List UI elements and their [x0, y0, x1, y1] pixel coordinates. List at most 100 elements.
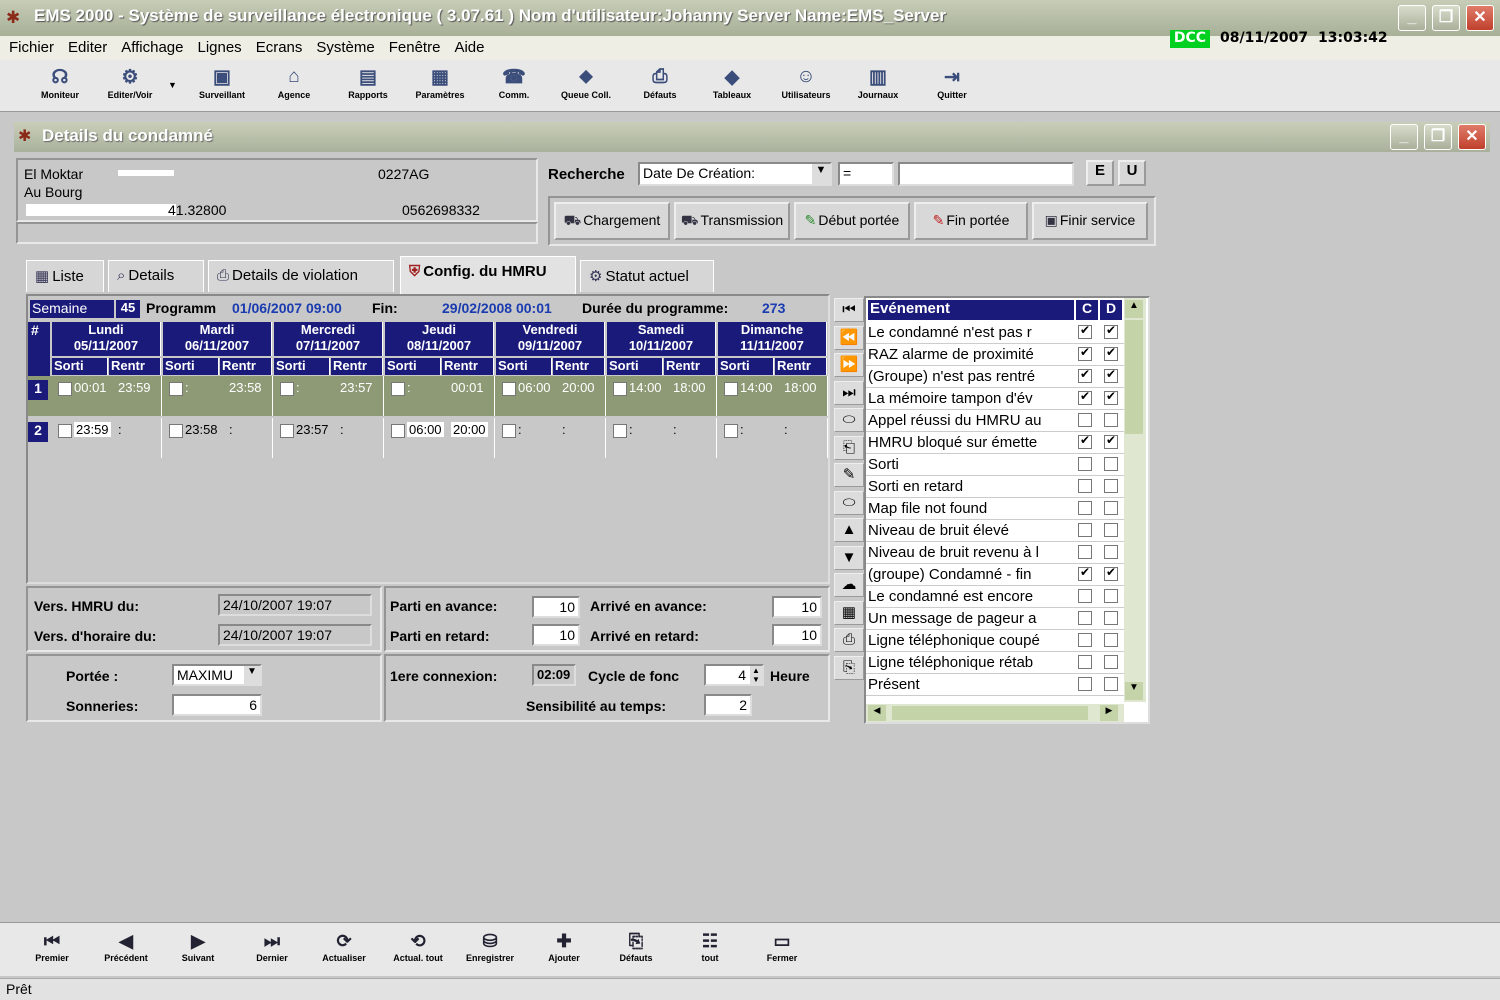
event-c-checkbox[interactable]: [1078, 611, 1092, 625]
schedule-checkbox[interactable]: [169, 424, 183, 438]
event-row[interactable]: RAZ alarme de proximité: [866, 344, 1124, 366]
copy-icon[interactable]: ⎗: [834, 435, 864, 460]
sorti-time[interactable]: :: [629, 422, 633, 437]
sorti-time[interactable]: 06:00: [407, 422, 444, 437]
schedule-checkbox[interactable]: [169, 382, 183, 396]
rentre-time[interactable]: 23:59: [118, 380, 151, 395]
event-d-checkbox[interactable]: [1104, 633, 1118, 647]
tab-config--du-hmru[interactable]: ⛨ Config. du HMRU: [400, 256, 576, 294]
bottom-actualtout-button[interactable]: ⟲ Actual. tout: [384, 931, 452, 963]
event-c-checkbox[interactable]: [1078, 479, 1092, 493]
rentre-time[interactable]: 20:00: [562, 380, 595, 395]
event-c-checkbox[interactable]: [1078, 633, 1092, 647]
schedule-checkbox[interactable]: [280, 382, 294, 396]
tab-details-de-violation[interactable]: ⎙ Details de violation: [208, 260, 394, 292]
bottom-premier-button[interactable]: ⏮ Premier: [18, 931, 86, 963]
bottom-dernier-button[interactable]: ⏭ Dernier: [238, 931, 306, 963]
event-c-checkbox[interactable]: [1078, 589, 1092, 603]
schedule-checkbox[interactable]: [391, 382, 405, 396]
scroll-left-icon[interactable]: ◀: [868, 705, 886, 721]
event-c-checkbox[interactable]: [1078, 655, 1092, 669]
bottom-suivant-button[interactable]: ▶ Suivant: [164, 931, 232, 963]
rentre-time[interactable]: 18:00: [673, 380, 706, 395]
action-3-button[interactable]: ✎ Fin portée: [914, 202, 1028, 240]
event-row[interactable]: Présent: [866, 674, 1124, 696]
toolbar-journaux-button[interactable]: ▥ Journaux: [844, 66, 912, 100]
schedule-checkbox[interactable]: [58, 382, 72, 396]
event-c-checkbox[interactable]: [1078, 457, 1092, 471]
rentre-time[interactable]: 00:01: [451, 380, 484, 395]
rewind-icon[interactable]: ⏪: [834, 325, 864, 350]
event-d-checkbox[interactable]: [1104, 523, 1118, 537]
rentre-time[interactable]: 23:58: [229, 380, 262, 395]
events-scrollbar[interactable]: ▲ ▼: [1124, 298, 1146, 702]
menu-item-5[interactable]: Système: [309, 37, 381, 58]
schedule-checkbox[interactable]: [58, 424, 72, 438]
export-icon[interactable]: ⎘: [834, 655, 864, 680]
event-c-checkbox[interactable]: [1078, 565, 1092, 581]
bottom-fermer-button[interactable]: ▭ Fermer: [748, 931, 816, 963]
event-c-checkbox[interactable]: [1078, 433, 1092, 449]
sorti-time[interactable]: :: [518, 422, 522, 437]
menu-item-1[interactable]: Editer: [61, 37, 114, 58]
detail-restore-button[interactable]: ❐: [1424, 124, 1452, 150]
rentre-time[interactable]: :: [118, 422, 122, 437]
schedule-checkbox[interactable]: [724, 382, 738, 396]
schedule-checkbox[interactable]: [502, 424, 516, 438]
detail-close-button[interactable]: ✕: [1458, 124, 1486, 150]
event-row[interactable]: Le condamné est encore: [866, 586, 1124, 608]
scroll-right-icon[interactable]: ▶: [1100, 705, 1118, 721]
parti-avance-input[interactable]: 10: [532, 596, 580, 618]
sorti-time[interactable]: 23:57: [296, 422, 329, 437]
event-row[interactable]: Sorti: [866, 454, 1124, 476]
event-row[interactable]: Un message de pageur a: [866, 608, 1124, 630]
bottom-dfauts-button[interactable]: ⎘ Défauts: [602, 931, 670, 963]
tab-liste[interactable]: ▦ Liste: [26, 260, 104, 292]
event-d-checkbox[interactable]: [1104, 323, 1118, 339]
event-d-checkbox[interactable]: [1104, 501, 1118, 515]
menu-item-0[interactable]: Fichier: [2, 37, 61, 58]
event-d-checkbox[interactable]: [1104, 479, 1118, 493]
sonneries-input[interactable]: 6: [172, 694, 262, 716]
erase-icon[interactable]: ⬭: [834, 408, 864, 432]
eraser-icon[interactable]: ⬭: [834, 490, 864, 515]
rentre-time[interactable]: :: [562, 422, 566, 437]
comment-icon[interactable]: ☁: [834, 573, 864, 597]
arrive-retard-input[interactable]: 10: [772, 624, 822, 646]
menu-item-4[interactable]: Ecrans: [249, 37, 310, 58]
sorti-time[interactable]: 14:00: [629, 380, 662, 395]
event-d-checkbox[interactable]: [1104, 589, 1118, 603]
toolbar-comm-button[interactable]: ☎ Comm.: [480, 66, 548, 100]
event-c-checkbox[interactable]: [1078, 323, 1092, 339]
event-row[interactable]: (Groupe) n'est pas rentré: [866, 366, 1124, 388]
restore-button[interactable]: ❐: [1432, 5, 1460, 31]
up-icon[interactable]: ▲: [834, 518, 864, 542]
search-u-button[interactable]: U: [1118, 160, 1146, 186]
rentre-time[interactable]: :: [229, 422, 233, 437]
calendar-icon[interactable]: ▦: [834, 600, 864, 625]
sorti-time[interactable]: 23:59: [74, 422, 111, 437]
action-1-button[interactable]: ⛟ Transmission: [674, 202, 790, 240]
bottom-enregistrer-button[interactable]: ⛁ Enregistrer: [456, 931, 524, 963]
edit-dropdown-arrow[interactable]: ▼: [168, 80, 177, 90]
event-d-checkbox[interactable]: [1104, 389, 1118, 405]
event-c-checkbox[interactable]: [1078, 367, 1092, 383]
event-c-checkbox[interactable]: [1078, 677, 1092, 691]
sorti-time[interactable]: :: [185, 380, 189, 395]
rentre-time[interactable]: :: [673, 422, 677, 437]
schedule-checkbox[interactable]: [613, 424, 627, 438]
event-row[interactable]: Sorti en retard: [866, 476, 1124, 498]
event-c-checkbox[interactable]: [1078, 545, 1092, 559]
event-c-checkbox[interactable]: [1078, 345, 1092, 361]
menu-item-6[interactable]: Fenêtre: [382, 37, 448, 58]
event-row[interactable]: Ligne téléphonique coupé: [866, 630, 1124, 652]
rentre-time[interactable]: :: [784, 422, 788, 437]
sorti-time[interactable]: 23:58: [185, 422, 218, 437]
action-4-button[interactable]: ▣ Finir service: [1032, 202, 1148, 240]
sorti-time[interactable]: 14:00: [740, 380, 773, 395]
event-d-checkbox[interactable]: [1104, 413, 1118, 427]
print-icon[interactable]: ⎙: [834, 628, 864, 652]
event-row[interactable]: Niveau de bruit revenu à l: [866, 542, 1124, 564]
event-d-checkbox[interactable]: [1104, 655, 1118, 669]
first-icon[interactable]: ⏮: [834, 298, 864, 322]
